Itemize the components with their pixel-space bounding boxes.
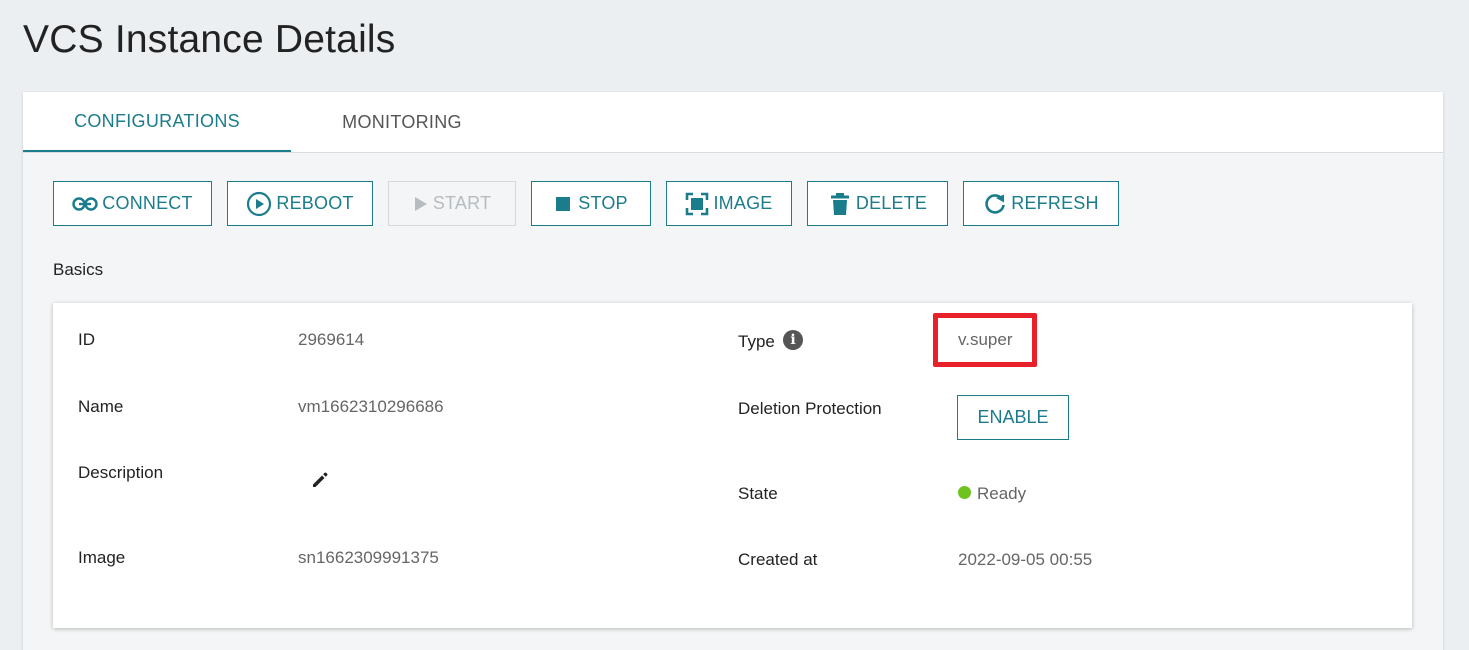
description-label: Description bbox=[78, 463, 164, 482]
status-ready-indicator bbox=[958, 486, 971, 499]
created-at-label: Created at bbox=[738, 550, 818, 569]
refresh-icon bbox=[985, 193, 1006, 214]
basics-section-label: Basics bbox=[53, 260, 104, 279]
basics-card: ID 2969614 Name vm1662310296686 Descript… bbox=[53, 303, 1412, 628]
trash-icon bbox=[830, 192, 849, 215]
start-button-label: START bbox=[432, 193, 492, 213]
connect-button[interactable]: CONNECT bbox=[53, 181, 212, 226]
created-at-value: 2022-09-05 00:55 bbox=[958, 550, 1093, 569]
tab-configurations[interactable]: CONFIGURATIONS bbox=[23, 92, 291, 152]
link-icon bbox=[72, 196, 98, 211]
stop-icon bbox=[556, 196, 571, 211]
image-button[interactable]: IMAGE bbox=[666, 181, 792, 226]
id-value: 2969614 bbox=[298, 330, 365, 349]
state-label: State bbox=[738, 484, 778, 503]
info-icon[interactable]: i bbox=[783, 330, 803, 350]
start-button[interactable]: START bbox=[388, 181, 516, 226]
image-label: Image bbox=[78, 548, 126, 567]
id-label: ID bbox=[78, 330, 95, 349]
stop-button-label: STOP bbox=[578, 193, 628, 213]
name-label: Name bbox=[78, 397, 124, 416]
state-value: Ready bbox=[977, 484, 1027, 503]
delete-button-label: DELETE bbox=[855, 193, 928, 213]
connect-button-label: CONNECT bbox=[102, 193, 193, 213]
type-label: Type bbox=[738, 332, 775, 351]
refresh-button[interactable]: REFRESH bbox=[963, 181, 1119, 226]
pencil-icon[interactable] bbox=[311, 471, 329, 489]
stop-button[interactable]: STOP bbox=[531, 181, 651, 226]
name-value: vm1662310296686 bbox=[298, 397, 444, 416]
enable-deletion-protection-button[interactable]: ENABLE bbox=[957, 395, 1069, 440]
tab-monitoring[interactable]: MONITORING bbox=[291, 92, 513, 152]
reboot-button[interactable]: REBOOT bbox=[227, 181, 373, 226]
instance-details-panel: CONFIGURATIONS MONITORING CONNECT REBOOT… bbox=[23, 92, 1443, 650]
tab-bar: CONFIGURATIONS MONITORING bbox=[23, 92, 1443, 153]
type-value: v.super bbox=[958, 330, 1013, 349]
image-button-label: IMAGE bbox=[713, 193, 773, 213]
deletion-protection-label: Deletion Protection bbox=[738, 399, 882, 418]
reboot-button-label: REBOOT bbox=[276, 193, 354, 213]
image-capture-icon bbox=[686, 192, 709, 215]
refresh-button-label: REFRESH bbox=[1011, 193, 1099, 213]
delete-button[interactable]: DELETE bbox=[807, 181, 948, 226]
play-circle-icon bbox=[247, 191, 272, 216]
image-value: sn1662309991375 bbox=[298, 548, 439, 567]
page-title: VCS Instance Details bbox=[23, 18, 396, 61]
play-icon bbox=[414, 196, 427, 211]
